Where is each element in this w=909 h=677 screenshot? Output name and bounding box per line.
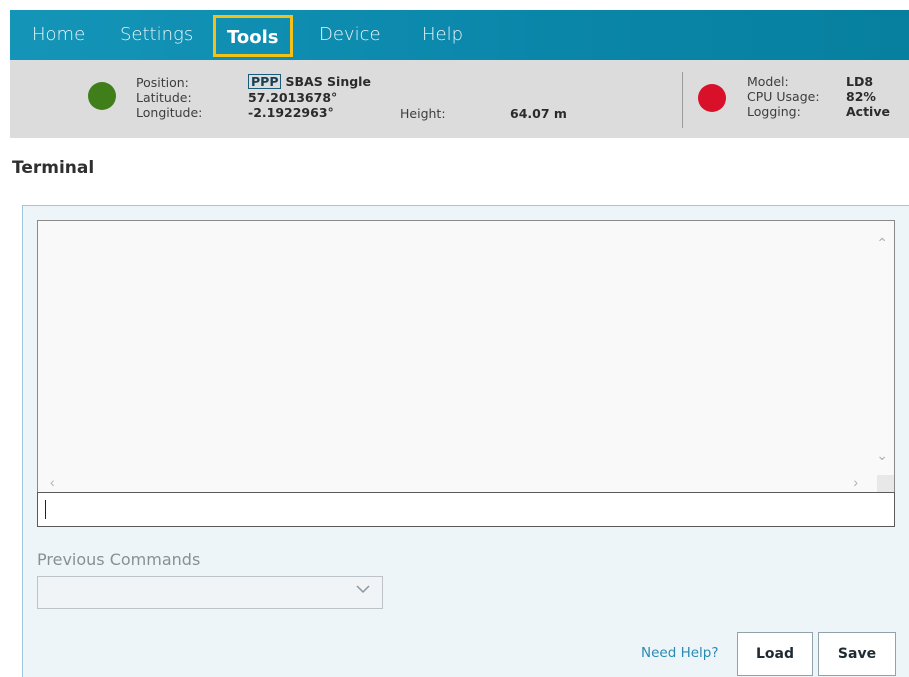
command-input[interactable] xyxy=(37,492,895,527)
need-help-link[interactable]: Need Help? xyxy=(641,645,719,661)
height-label: Height: xyxy=(400,106,446,121)
load-button[interactable]: Load xyxy=(737,632,813,676)
cpu-label: CPU Usage: xyxy=(747,89,820,104)
model-value: LD8 xyxy=(846,74,874,89)
latitude-label: Latitude: xyxy=(136,90,192,105)
device-status-indicator xyxy=(698,84,726,112)
scroll-right-icon[interactable]: › xyxy=(853,474,858,490)
height-value: 64.07 m xyxy=(510,106,567,121)
scroll-left-icon[interactable]: ‹ xyxy=(50,474,55,490)
scroll-up-icon[interactable]: ⌃ xyxy=(876,235,888,252)
latitude-value: 57.2013678° xyxy=(248,90,338,105)
ppp-badge: PPP xyxy=(248,74,282,89)
position-value: PPP SBAS Single xyxy=(248,74,371,89)
longitude-value: -2.1922963° xyxy=(248,105,334,120)
chevron-down-icon xyxy=(356,585,370,594)
cpu-value: 82% xyxy=(846,89,876,104)
model-label: Model: xyxy=(747,74,789,89)
longitude-label: Longitude: xyxy=(136,105,203,120)
nav-device[interactable]: Device xyxy=(319,10,381,60)
scroll-down-icon[interactable]: ⌄ xyxy=(876,447,888,464)
status-divider xyxy=(682,72,683,128)
terminal-output[interactable]: ⌃ ⌄ ‹ › xyxy=(37,220,895,492)
previous-commands-select[interactable] xyxy=(37,576,383,609)
nav-settings[interactable]: Settings xyxy=(120,10,193,60)
text-cursor xyxy=(45,500,46,519)
logging-value: Active xyxy=(846,104,890,119)
position-mode: SBAS Single xyxy=(285,74,371,89)
page-title: Terminal xyxy=(12,158,95,178)
save-button[interactable]: Save xyxy=(818,632,896,676)
nav-help[interactable]: Help xyxy=(422,10,463,60)
position-status-indicator xyxy=(88,82,116,110)
top-navigation: Home Settings Tools Device Help xyxy=(10,10,909,60)
nav-tools[interactable]: Tools xyxy=(213,15,293,57)
previous-commands-label: Previous Commands xyxy=(37,550,201,569)
status-bar: Position: Latitude: Longitude: PPP SBAS S… xyxy=(10,60,909,138)
position-label: Position: xyxy=(136,75,189,90)
scrollbar-corner xyxy=(877,475,894,492)
logging-label: Logging: xyxy=(747,104,801,119)
nav-home[interactable]: Home xyxy=(32,10,85,60)
